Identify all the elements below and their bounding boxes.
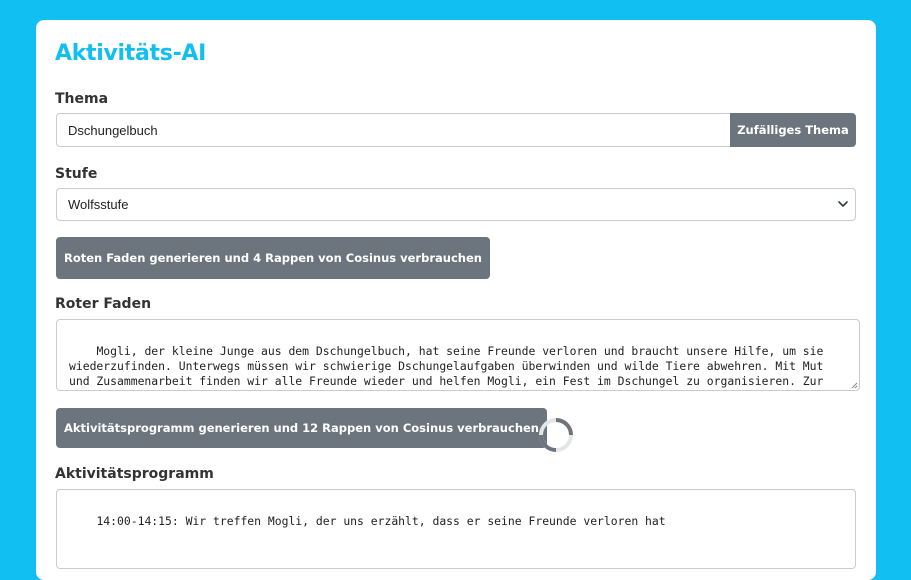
theme-input-group: Zufälliges Thema [56, 113, 856, 147]
red-thread-textarea[interactable]: Mogli, der kleine Junge aus dem Dschunge… [56, 319, 860, 391]
red-thread-text: Mogli, der kleine Junge aus dem Dschunge… [69, 344, 824, 390]
red-thread-label: Roter Faden [55, 296, 152, 312]
chevron-down-icon [838, 201, 848, 207]
main-card: Aktivitäts-AI Thema Zufälliges Thema Stu… [36, 20, 876, 580]
generate-program-button[interactable]: Aktivitätsprogramm generieren und 12 Rap… [56, 408, 547, 448]
program-textarea[interactable]: 14:00-14:15: Wir treffen Mogli, der uns … [56, 489, 856, 569]
level-label: Stufe [55, 166, 98, 182]
resize-handle-icon[interactable] [850, 381, 858, 389]
theme-input[interactable] [56, 113, 730, 147]
theme-label: Thema [55, 91, 109, 107]
generate-red-thread-button[interactable]: Roten Faden generieren und 4 Rappen von … [56, 237, 490, 279]
program-label: Aktivitätsprogramm [55, 466, 214, 482]
random-theme-button[interactable]: Zufälliges Thema [730, 113, 856, 147]
program-text: 14:00-14:15: Wir treffen Mogli, der uns … [96, 514, 666, 528]
level-select[interactable]: Wolfsstufe [56, 188, 856, 221]
app-title: Aktivitäts-AI [55, 41, 207, 66]
level-select-value: Wolfsstufe [68, 197, 129, 212]
loading-spinner-icon [539, 418, 573, 452]
